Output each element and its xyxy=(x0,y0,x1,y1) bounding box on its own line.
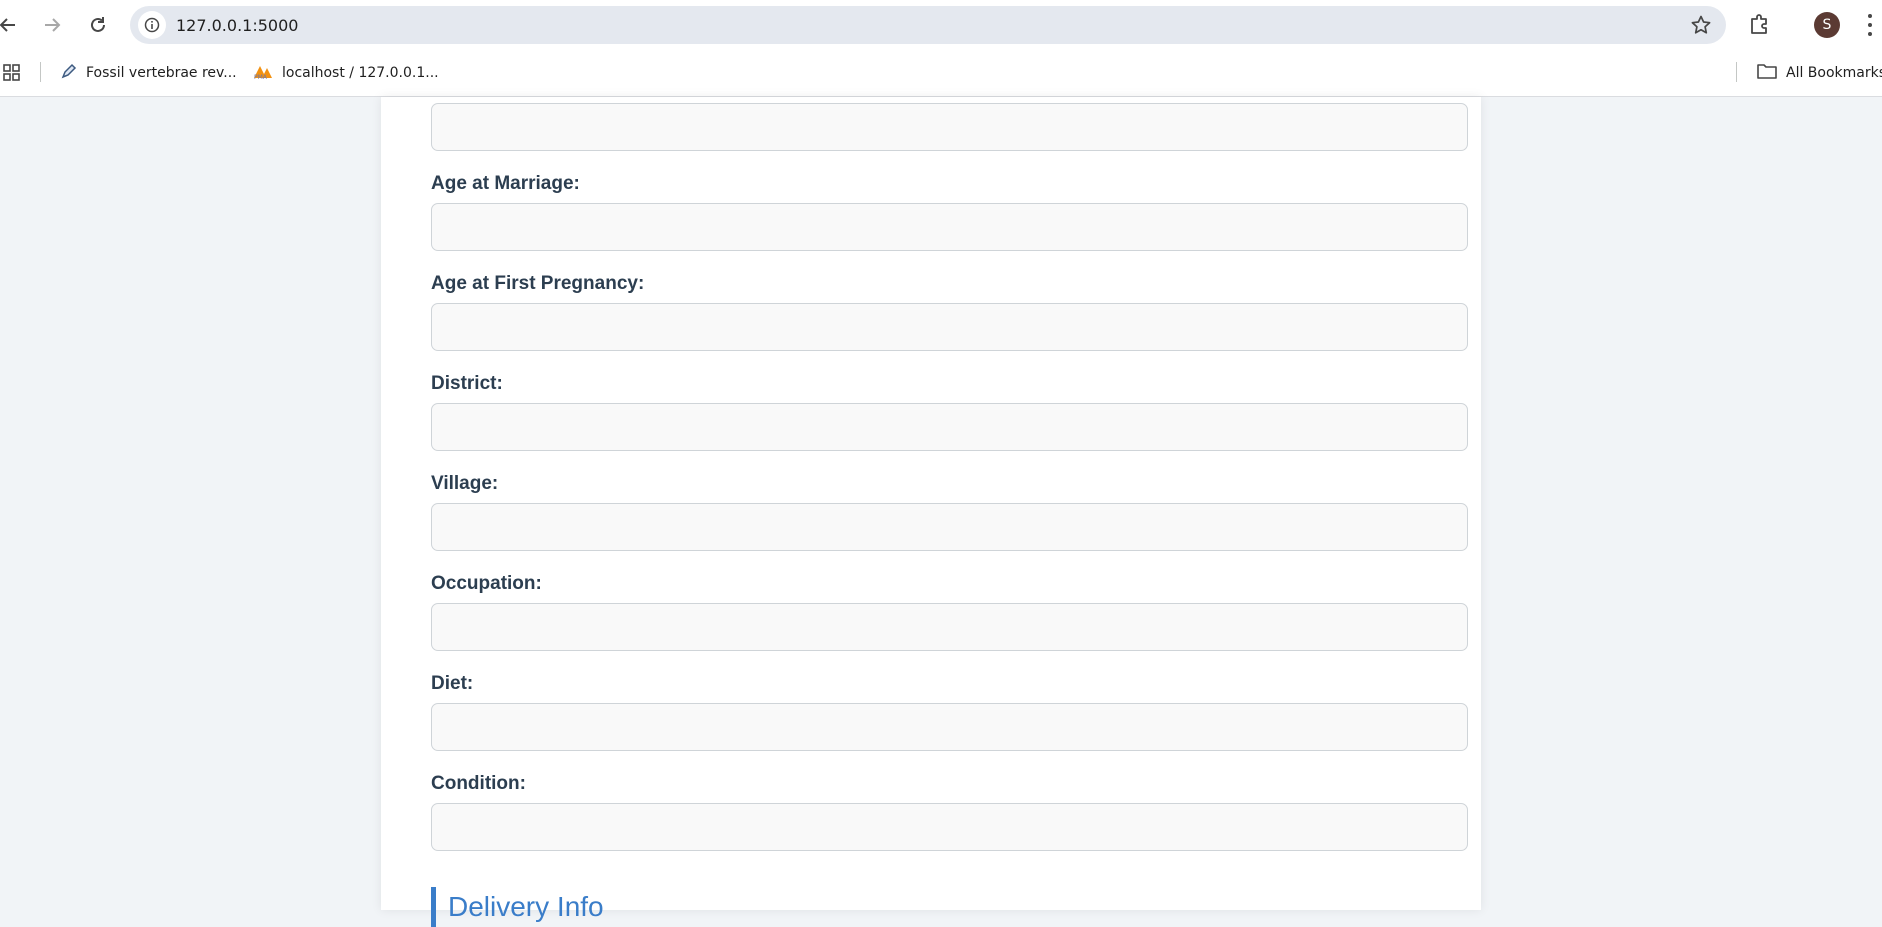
bookmark-star-icon[interactable] xyxy=(1690,14,1712,41)
phpmyadmin-favicon-icon: PMA xyxy=(252,62,274,84)
site-info-icon[interactable] xyxy=(138,11,166,39)
extensions-icon[interactable] xyxy=(1748,12,1772,41)
pen-favicon-icon xyxy=(60,62,78,84)
bookmarks-bar: Fossil vertebrae rev... PMA localhost / … xyxy=(0,50,1882,97)
village-label: Village: xyxy=(431,473,499,494)
condition-label: Condition: xyxy=(431,773,526,794)
svg-text:PMA: PMA xyxy=(254,74,268,80)
address-bar[interactable]: 127.0.0.1:5000 xyxy=(130,6,1726,44)
previous-field-input[interactable] xyxy=(431,103,1468,151)
occupation-input[interactable] xyxy=(431,603,1468,651)
bookmark-item[interactable]: Fossil vertebrae rev... xyxy=(60,60,237,86)
all-bookmarks-button[interactable]: All Bookmarks xyxy=(1756,60,1882,86)
village-input[interactable] xyxy=(431,503,1468,551)
condition-input[interactable] xyxy=(431,803,1468,851)
bookmarks-divider xyxy=(1736,62,1737,82)
url-text[interactable]: 127.0.0.1:5000 xyxy=(176,16,298,35)
district-input[interactable] xyxy=(431,403,1468,451)
occupation-label: Occupation: xyxy=(431,573,542,594)
diet-input[interactable] xyxy=(431,703,1468,751)
reload-icon[interactable] xyxy=(84,11,112,39)
bookmark-item[interactable]: PMA localhost / 127.0.0.1... xyxy=(252,60,439,86)
age-at-first-pregnancy-label: Age at First Pregnancy: xyxy=(431,273,645,294)
back-arrow-icon[interactable] xyxy=(0,11,22,39)
district-label: District: xyxy=(431,373,503,394)
bookmark-label: localhost / 127.0.0.1... xyxy=(282,65,439,81)
bookmarks-divider xyxy=(40,62,41,82)
apps-grid-icon[interactable] xyxy=(2,63,22,88)
profile-avatar[interactable]: S xyxy=(1814,12,1840,38)
browser-menu-icon[interactable] xyxy=(1867,14,1873,36)
all-bookmarks-label: All Bookmarks xyxy=(1786,65,1882,81)
age-at-marriage-label: Age at Marriage: xyxy=(431,173,580,194)
browser-toolbar: 127.0.0.1:5000 S xyxy=(0,0,1882,50)
diet-label: Diet: xyxy=(431,673,474,694)
folder-icon xyxy=(1756,62,1778,84)
bookmark-label: Fossil vertebrae rev... xyxy=(86,65,237,81)
section-title: Delivery Info xyxy=(448,891,604,922)
form-card: Age at Marriage: Age at First Pregnancy:… xyxy=(381,97,1481,927)
delivery-info-section-heading: Delivery Info xyxy=(431,887,604,927)
forward-arrow-icon[interactable] xyxy=(38,11,66,39)
age-at-first-pregnancy-input[interactable] xyxy=(431,303,1468,351)
age-at-marriage-input[interactable] xyxy=(431,203,1468,251)
